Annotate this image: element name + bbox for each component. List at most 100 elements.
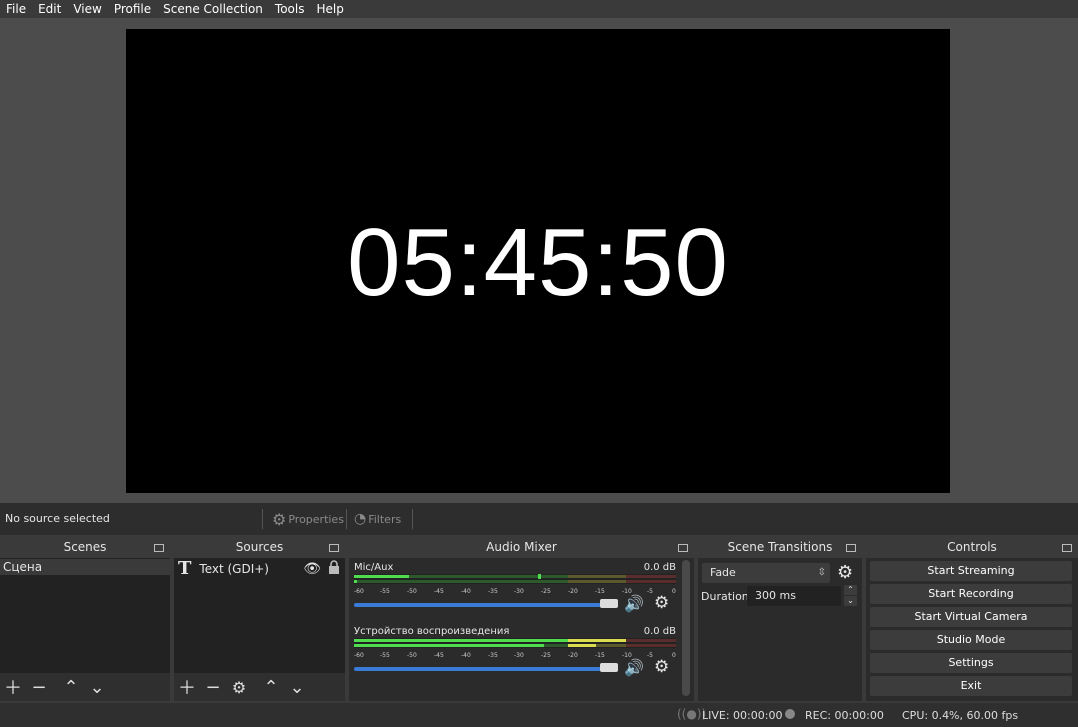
scale-label: -35: [488, 588, 498, 595]
speaker-icon[interactable]: 🔊: [624, 594, 644, 613]
menu-help[interactable]: Help: [310, 0, 349, 18]
transitions-title: Scene Transitions: [727, 540, 833, 554]
source-properties-gear-icon[interactable]: ⚙: [226, 674, 252, 700]
source-item[interactable]: T Text (GDI+) 👁: [178, 560, 343, 578]
lock-icon[interactable]: [328, 560, 340, 579]
gear-icon[interactable]: ⚙: [654, 657, 669, 677]
mixer-dock-title: Audio Mixer: [349, 537, 694, 558]
scale-label: -50: [407, 588, 417, 595]
scenes-title: Scenes: [63, 540, 107, 554]
menu-file[interactable]: File: [0, 0, 32, 18]
sources-title: Sources: [235, 540, 284, 554]
start-recording-button[interactable]: Start Recording: [870, 584, 1072, 604]
scale-label: -25: [541, 652, 551, 659]
mixer-list: Mic/Aux 0.0 dB -60 -55 -50 -45 -40 -35 -…: [349, 558, 694, 701]
channel-name: Устройство воспроизведения: [354, 626, 510, 637]
scenes-toolbar: ＋ − ⌃ ⌄: [0, 673, 170, 701]
rec-status: REC: 00:00:00: [805, 709, 884, 722]
channel-db: 0.0 dB: [643, 626, 676, 637]
duration-input[interactable]: 300 ms: [747, 586, 841, 606]
menu-profile[interactable]: Profile: [108, 0, 157, 18]
audio-mixer-dock: Audio Mixer Mic/Aux 0.0 dB -60 -55 -50 -…: [349, 537, 694, 701]
add-scene-button[interactable]: ＋: [0, 674, 26, 700]
start-virtual-camera-button[interactable]: Start Virtual Camera: [870, 607, 1072, 627]
properties-label: Properties: [288, 512, 344, 526]
duration-value: 300 ms: [755, 589, 796, 602]
scale-label: -30: [514, 652, 524, 659]
scale-label: -35: [488, 652, 498, 659]
volume-slider-handle[interactable]: [600, 663, 618, 672]
transition-selected: Fade: [710, 566, 736, 579]
move-up-button[interactable]: ⌃: [58, 674, 84, 700]
menu-tools[interactable]: Tools: [269, 0, 311, 18]
scene-item[interactable]: Сцена: [0, 559, 173, 575]
updown-icon: ⇳: [817, 567, 826, 578]
volume-slider[interactable]: [354, 667, 616, 671]
move-up-button[interactable]: ⌃: [258, 674, 284, 700]
sources-list: T Text (GDI+) 👁: [174, 558, 345, 673]
scale-label: -60: [354, 588, 364, 595]
scenes-list: Сцена: [0, 558, 173, 673]
scale-label: -5: [647, 588, 653, 595]
volume-slider-handle[interactable]: [600, 599, 618, 608]
preview-canvas[interactable]: 05:45:50: [126, 29, 950, 493]
scale-label: -40: [461, 588, 471, 595]
remove-source-button[interactable]: −: [200, 674, 226, 700]
controls-dock-title: Controls: [866, 537, 1078, 558]
live-status: LIVE: 00:00:00: [702, 709, 783, 722]
gear-icon[interactable]: ⚙: [654, 593, 669, 613]
move-down-button[interactable]: ⌄: [84, 674, 110, 700]
transitions-dock-title: Scene Transitions: [698, 537, 862, 558]
channel-name: Mic/Aux: [354, 562, 394, 573]
duration-stepper-down[interactable]: ⌄: [844, 596, 857, 606]
mixer-scrollbar[interactable]: [682, 560, 690, 696]
scale-label: -20: [568, 652, 578, 659]
remove-scene-button[interactable]: −: [26, 674, 52, 700]
duration-stepper-up[interactable]: ⌃: [844, 585, 857, 595]
controls-title: Controls: [947, 540, 997, 554]
filters-icon: ◔: [354, 511, 367, 527]
undock-icon[interactable]: [846, 544, 856, 552]
status-bar: ((●)) LIVE: 00:00:00 REC: 00:00:00 CPU: …: [0, 703, 1078, 727]
scale-label: -50: [407, 652, 417, 659]
add-source-button[interactable]: ＋: [174, 674, 200, 700]
sources-toolbar: ＋ − ⚙ ⌃ ⌄: [174, 673, 345, 701]
scale-label: -20: [568, 588, 578, 595]
source-status: No source selected: [5, 512, 110, 525]
move-down-button[interactable]: ⌄: [284, 674, 310, 700]
undock-icon[interactable]: [1062, 544, 1072, 552]
start-streaming-button[interactable]: Start Streaming: [870, 561, 1072, 581]
gear-icon[interactable]: ⚙: [837, 562, 853, 583]
menu-view[interactable]: View: [67, 0, 107, 18]
preview-clock-text: 05:45:50: [347, 209, 729, 316]
sources-dock-title: Sources: [174, 537, 345, 558]
controls-dock: Controls Start Streaming Start Recording…: [866, 537, 1078, 701]
scale-label: -55: [380, 588, 390, 595]
scale-label: -45: [434, 652, 444, 659]
scale-label: -40: [461, 652, 471, 659]
divider: [346, 509, 347, 529]
cpu-status: CPU: 0.4%, 60.00 fps: [902, 709, 1019, 722]
menu-scene-collection[interactable]: Scene Collection: [157, 0, 269, 18]
undock-icon[interactable]: [678, 544, 688, 552]
studio-mode-button[interactable]: Studio Mode: [870, 630, 1072, 650]
undock-icon[interactable]: [154, 544, 164, 552]
transition-select[interactable]: Fade ⇳: [702, 563, 830, 583]
scenes-dock-title: Scenes: [0, 537, 170, 558]
properties-button[interactable]: ⚙ Properties: [272, 510, 344, 529]
filters-button[interactable]: ◔ Filters: [354, 510, 401, 528]
scale-label: -55: [380, 652, 390, 659]
scene-transitions-dock: Scene Transitions Fade ⇳ ⚙ Duration 300 …: [698, 537, 862, 701]
menu-edit[interactable]: Edit: [32, 0, 67, 18]
undock-icon[interactable]: [329, 544, 339, 552]
scale-label: 0: [672, 588, 676, 595]
audio-meter: [354, 638, 676, 648]
controls-panel: Start Streaming Start Recording Start Vi…: [866, 558, 1078, 701]
exit-button[interactable]: Exit: [870, 676, 1072, 696]
scale-label: -30: [514, 588, 524, 595]
volume-slider[interactable]: [354, 603, 616, 607]
speaker-icon[interactable]: 🔊: [624, 658, 644, 677]
eye-icon[interactable]: 👁: [303, 560, 321, 578]
settings-button[interactable]: Settings: [870, 653, 1072, 673]
mixer-title: Audio Mixer: [486, 540, 557, 554]
